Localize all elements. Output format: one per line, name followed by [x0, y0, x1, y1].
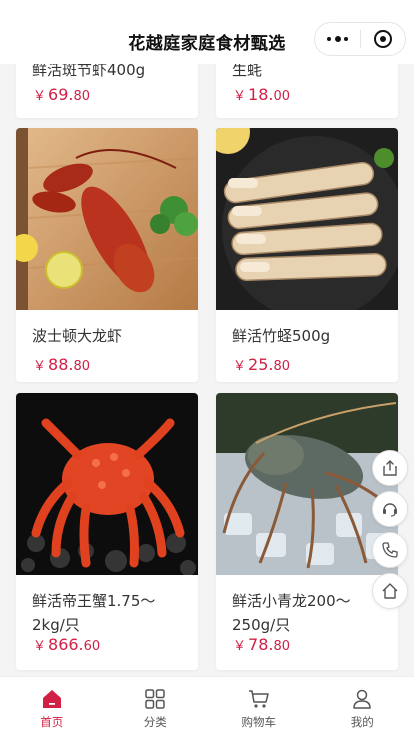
tab-label: 首页 [40, 715, 64, 729]
share-icon [383, 460, 397, 476]
bottom-tab-bar: 首页 分类 购物车 我的 [0, 676, 414, 736]
product-price: ￥ 88.80 [33, 355, 91, 374]
product-card[interactable]: 波士顿大龙虾 ￥ 88.80 [16, 128, 198, 382]
customer-service-icon [383, 503, 397, 517]
close-circle-icon [373, 30, 392, 48]
product-price: ￥ 69.80 [33, 85, 91, 104]
tab-home[interactable]: 首页 [0, 677, 104, 736]
back-home-button[interactable] [372, 573, 408, 609]
product-price: ￥ 78.80 [233, 635, 291, 654]
tab-label: 我的 [350, 715, 374, 729]
phone-icon [382, 542, 398, 558]
more-options-button[interactable] [315, 22, 360, 56]
product-price: ￥ 18.00 [233, 85, 291, 104]
product-image[interactable] [16, 393, 198, 575]
customer-service-button[interactable] [372, 491, 408, 527]
tab-label: 购物车 [241, 715, 277, 729]
tab-label: 分类 [143, 715, 167, 729]
nav-header: 花越庭家庭食材甄选 [0, 0, 414, 64]
product-card[interactable]: 鲜活小青龙200～250g/只 ￥ 78.80 [216, 393, 398, 670]
share-button[interactable] [372, 450, 408, 486]
product-name: 鲜活竹蛏500g [232, 327, 331, 345]
home-icon [382, 583, 398, 599]
more-dots-icon [325, 36, 350, 42]
mini-program-capsule [314, 22, 406, 56]
category-grid-icon [143, 687, 167, 711]
tab-mine[interactable]: 我的 [311, 677, 414, 736]
product-name: 鲜活小青龙200～250g/只 [232, 592, 351, 634]
product-name: 鲜活帝王蟹1.75～2kg/只 [32, 592, 156, 634]
product-image[interactable] [216, 393, 398, 575]
product-price: ￥ 25.80 [233, 355, 291, 374]
product-card[interactable]: 鲜活竹蛏500g ￥ 25.80 [216, 128, 398, 382]
product-image[interactable] [16, 128, 198, 310]
product-image[interactable] [216, 128, 398, 310]
phone-call-button[interactable] [372, 532, 408, 568]
product-price: ￥ 866.60 [33, 635, 101, 654]
home-icon [40, 687, 64, 711]
product-grid: 鲜活斑节虾400g ￥ 69.80 生蚝 ￥ 18.00 波士顿大龙虾 ￥ 88… [0, 0, 414, 736]
tab-category[interactable]: 分类 [104, 677, 208, 736]
product-card[interactable]: 鲜活帝王蟹1.75～2kg/只 ￥ 866.60 [16, 393, 198, 670]
product-name: 波士顿大龙虾 [32, 327, 123, 345]
cart-icon [247, 687, 271, 711]
close-mini-program-button[interactable] [361, 22, 405, 56]
user-icon [350, 687, 374, 711]
tab-cart[interactable]: 购物车 [207, 677, 311, 736]
